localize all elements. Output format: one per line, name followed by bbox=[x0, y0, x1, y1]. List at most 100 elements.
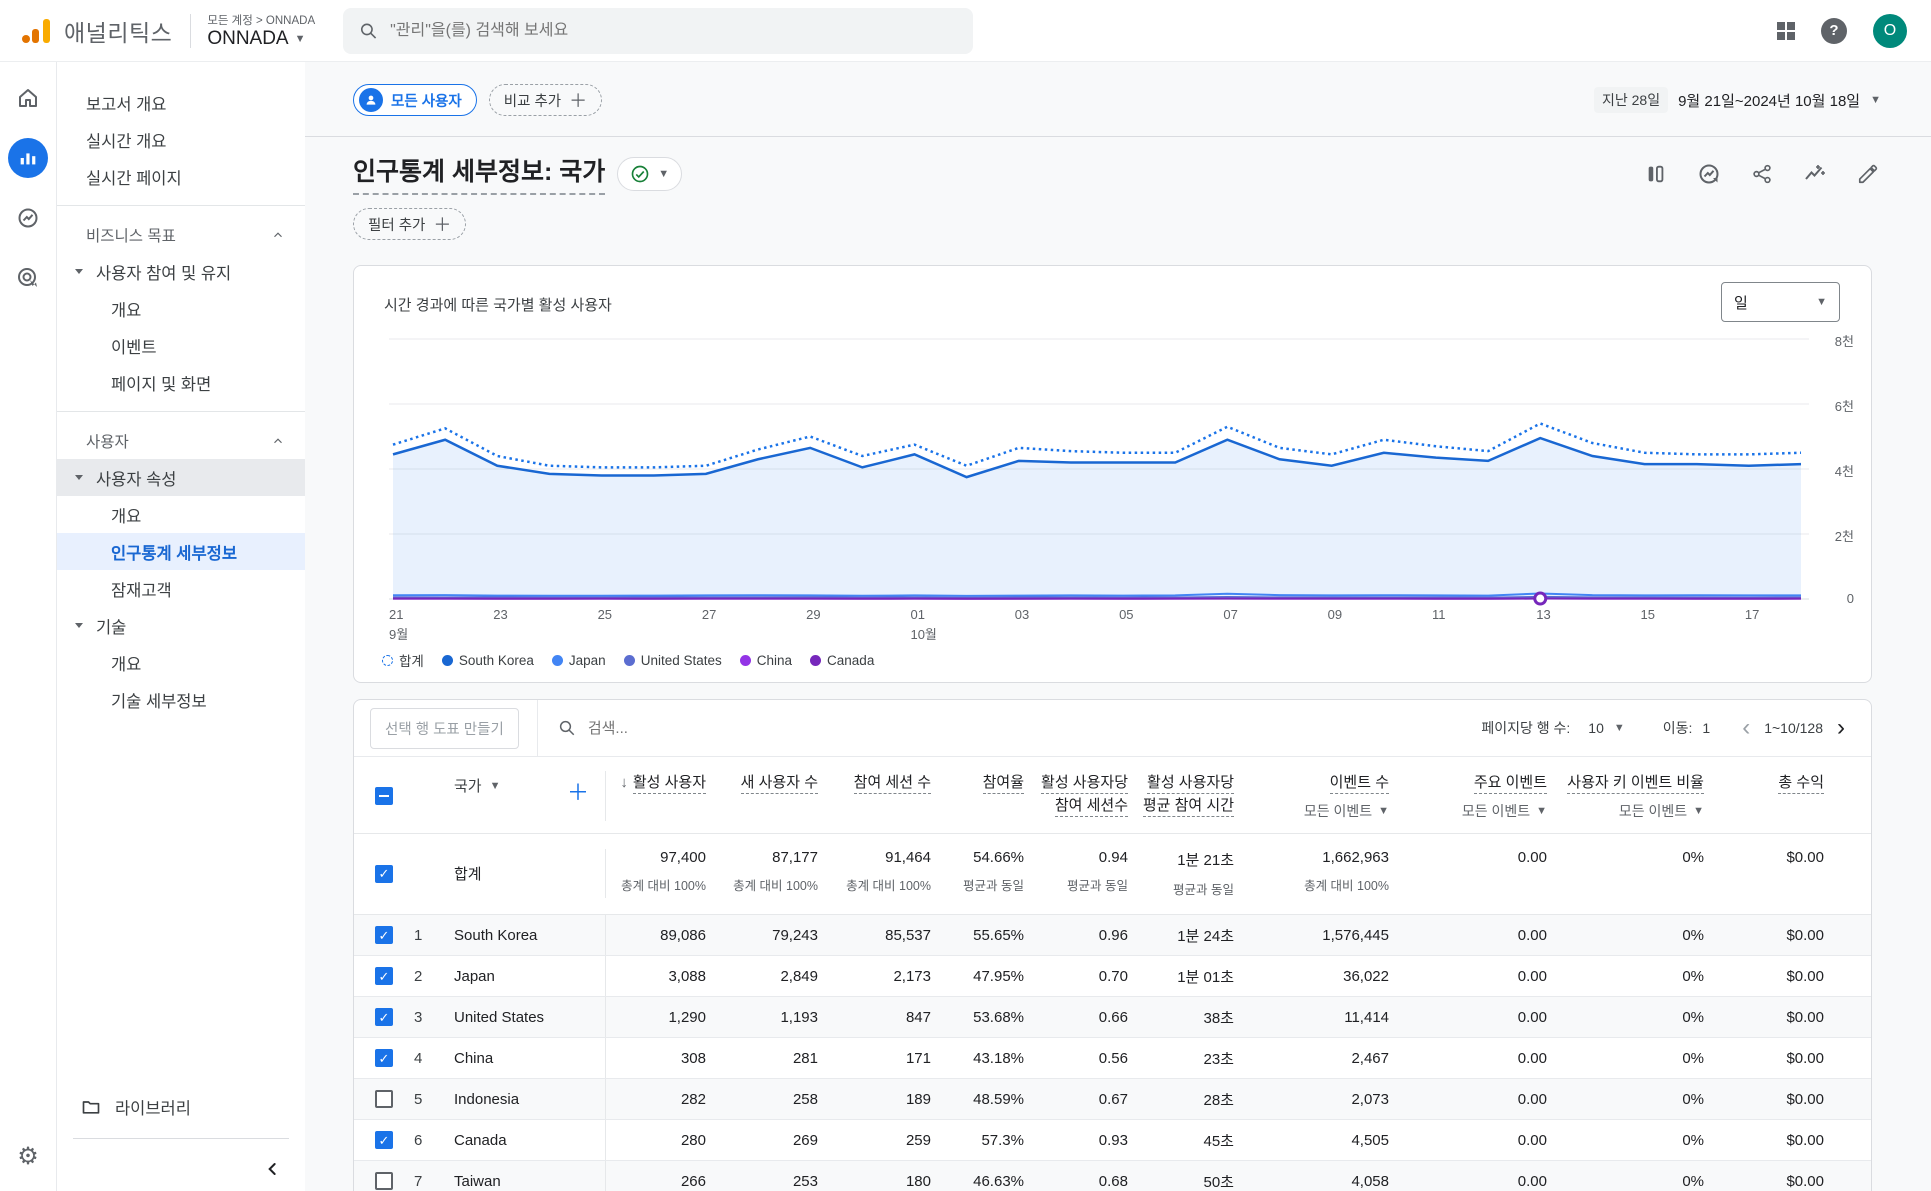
column-header-8[interactable]: 주요 이벤트모든 이벤트▼ bbox=[1389, 771, 1547, 821]
analytics-logo[interactable]: 애널리틱스 bbox=[0, 14, 172, 48]
sidebar-item-개요[interactable]: 개요 bbox=[57, 496, 305, 533]
report-status-pill[interactable]: ▼ bbox=[617, 157, 682, 191]
home-icon[interactable] bbox=[8, 78, 48, 118]
metric-value: 0.00 bbox=[1389, 1161, 1547, 1191]
row-checkbox[interactable]: ✓ bbox=[375, 865, 393, 883]
collapse-sidebar-button[interactable] bbox=[263, 1159, 283, 1179]
table-search-input[interactable] bbox=[588, 720, 888, 737]
apps-grid-icon[interactable] bbox=[1777, 22, 1795, 40]
column-header-3[interactable]: 참여 세션 수 bbox=[818, 771, 931, 821]
insights-icon[interactable] bbox=[1803, 162, 1827, 186]
column-header-4[interactable]: 참여율 bbox=[931, 771, 1024, 821]
share-icon[interactable] bbox=[1751, 163, 1773, 185]
sidebar-item-실시간 개요[interactable]: 실시간 개요 bbox=[57, 121, 305, 158]
metric-value: 45초 bbox=[1128, 1120, 1234, 1160]
row-checkbox[interactable]: ✓ bbox=[375, 926, 393, 944]
sidebar-item-기술 세부정보[interactable]: 기술 세부정보 bbox=[57, 681, 305, 718]
x-axis-tick: 219월 bbox=[389, 607, 408, 643]
account-name: ONNADA bbox=[207, 28, 288, 50]
sidebar-item-인구통계 세부정보[interactable]: 인구통계 세부정보 bbox=[57, 533, 305, 570]
column-filter[interactable]: 모든 이벤트▼ bbox=[1304, 801, 1389, 821]
row-checkbox[interactable]: ✓ bbox=[375, 967, 393, 985]
advertising-icon[interactable] bbox=[8, 258, 48, 298]
plot-selected-rows-button[interactable]: 선택 행 도표 만들기 bbox=[370, 708, 519, 749]
add-column-button[interactable]: ＋ bbox=[567, 775, 589, 807]
column-header-7[interactable]: 이벤트 수모든 이벤트▼ bbox=[1234, 771, 1389, 821]
row-rank: 1 bbox=[414, 915, 454, 955]
explore-report-icon[interactable] bbox=[1697, 162, 1721, 186]
metric-value: 280 bbox=[606, 1120, 706, 1160]
legend-item-Canada: Canada bbox=[810, 653, 874, 668]
column-filter[interactable]: 모든 이벤트▼ bbox=[1462, 801, 1547, 821]
avatar[interactable]: O bbox=[1873, 14, 1907, 48]
check-circle-icon bbox=[630, 164, 650, 184]
interval-select[interactable]: 일 ▼ bbox=[1721, 282, 1840, 322]
table-row-Japan: ✓2Japan3,0882,8492,17347.95%0.701분 01초36… bbox=[354, 956, 1871, 997]
compare-report-icon[interactable] bbox=[1645, 163, 1667, 185]
sidebar-item-이벤트[interactable]: 이벤트 bbox=[57, 327, 305, 364]
column-filter[interactable]: 모든 이벤트▼ bbox=[1619, 801, 1704, 821]
all-users-chip[interactable]: 모든 사용자 bbox=[353, 84, 477, 116]
row-checkbox[interactable] bbox=[375, 1090, 393, 1108]
metric-value: 0.00 bbox=[1389, 997, 1547, 1037]
totals-sub-note: 총계 대비 100% bbox=[824, 875, 931, 894]
metric-value: 23초 bbox=[1128, 1038, 1234, 1078]
sidebar-item-개요[interactable]: 개요 bbox=[57, 644, 305, 681]
add-comparison-chip[interactable]: 비교 추가 ＋ bbox=[489, 84, 602, 116]
table-search[interactable] bbox=[558, 719, 888, 737]
sidebar-group-사용자 참여 및 유지[interactable]: 사용자 참여 및 유지 bbox=[57, 253, 305, 290]
column-header-2[interactable]: 새 사용자 수 bbox=[706, 771, 818, 821]
row-checkbox[interactable]: ✓ bbox=[375, 1008, 393, 1026]
x-axis-tick: 27 bbox=[702, 607, 716, 622]
row-checkbox[interactable]: ✓ bbox=[375, 1131, 393, 1149]
help-icon[interactable]: ? bbox=[1821, 18, 1847, 44]
previous-page-icon[interactable]: ‹ bbox=[1738, 716, 1754, 740]
edit-pencil-icon[interactable] bbox=[1857, 163, 1879, 185]
reports-icon[interactable] bbox=[8, 138, 48, 178]
dimension-label: 국가 bbox=[454, 775, 482, 796]
metric-value: 2,173 bbox=[818, 956, 931, 996]
settings-gear-icon[interactable]: ⚙ bbox=[17, 1142, 39, 1171]
column-header-9[interactable]: 사용자 키 이벤트 비율모든 이벤트▼ bbox=[1547, 771, 1704, 821]
search-input[interactable] bbox=[390, 22, 957, 40]
sidebar-group-사용자 속성[interactable]: 사용자 속성 bbox=[57, 459, 305, 496]
sidebar-item-label: 사용자 속성 bbox=[96, 466, 176, 490]
legend-label: Canada bbox=[827, 653, 874, 668]
date-preset-badge: 지난 28일 bbox=[1594, 87, 1668, 113]
metric-value: $0.00 bbox=[1704, 1161, 1824, 1191]
sidebar-item-페이지 및 화면[interactable]: 페이지 및 화면 bbox=[57, 364, 305, 401]
page-title[interactable]: 인구통계 세부정보: 국가 bbox=[353, 152, 605, 195]
chevron-up-icon[interactable] bbox=[271, 434, 285, 448]
row-checkbox[interactable]: ✓ bbox=[375, 1049, 393, 1067]
sidebar-item-보고서 개요[interactable]: 보고서 개요 bbox=[57, 84, 305, 121]
explore-icon[interactable] bbox=[8, 198, 48, 238]
add-filter-chip[interactable]: 필터 추가 ＋ bbox=[353, 208, 466, 240]
column-header-5[interactable]: 활성 사용자당 참여 세션수 bbox=[1024, 771, 1128, 821]
dimension-header[interactable]: 국가▼ bbox=[454, 775, 501, 796]
column-header-6[interactable]: 활성 사용자당 평균 참여 시간 bbox=[1128, 771, 1234, 821]
metric-value: 0% bbox=[1547, 1038, 1704, 1078]
column-header-1[interactable]: ↓활성 사용자 bbox=[606, 771, 706, 821]
date-range-picker[interactable]: 지난 28일 9월 21일~2024년 10월 18일 ▼ bbox=[1594, 87, 1881, 113]
y-axis-tick: 6천 bbox=[1812, 396, 1854, 415]
x-tick-label: 21 bbox=[389, 607, 403, 622]
chevron-down-icon[interactable]: ▼ bbox=[1614, 722, 1625, 734]
metric-value: 28초 bbox=[1128, 1079, 1234, 1119]
chevron-down-icon: ▼ bbox=[1870, 94, 1881, 106]
x-axis-tick: 11 bbox=[1432, 607, 1446, 622]
row-checkbox[interactable] bbox=[375, 1172, 393, 1190]
row-checkbox[interactable] bbox=[375, 787, 393, 805]
column-header-10[interactable]: 총 수익 bbox=[1704, 771, 1824, 821]
next-page-icon[interactable]: › bbox=[1833, 716, 1849, 740]
sidebar-item-실시간 페이지[interactable]: 실시간 페이지 bbox=[57, 158, 305, 195]
chevron-up-icon[interactable] bbox=[271, 228, 285, 242]
global-search[interactable] bbox=[343, 8, 973, 54]
sidebar-item-잠재고객[interactable]: 잠재고객 bbox=[57, 570, 305, 607]
sidebar-group-기술[interactable]: 기술 bbox=[57, 607, 305, 644]
account-switcher[interactable]: 모든 계정 > ONNADA ONNADA ▼ bbox=[207, 12, 315, 50]
rows-per-page-value[interactable]: 10 bbox=[1588, 720, 1604, 736]
metric-value: 53.68% bbox=[931, 997, 1024, 1037]
sidebar-item-개요[interactable]: 개요 bbox=[57, 290, 305, 327]
sidebar-item-library[interactable]: 라이브러리 bbox=[57, 1087, 305, 1127]
goto-page-value[interactable]: 1 bbox=[1702, 720, 1710, 736]
